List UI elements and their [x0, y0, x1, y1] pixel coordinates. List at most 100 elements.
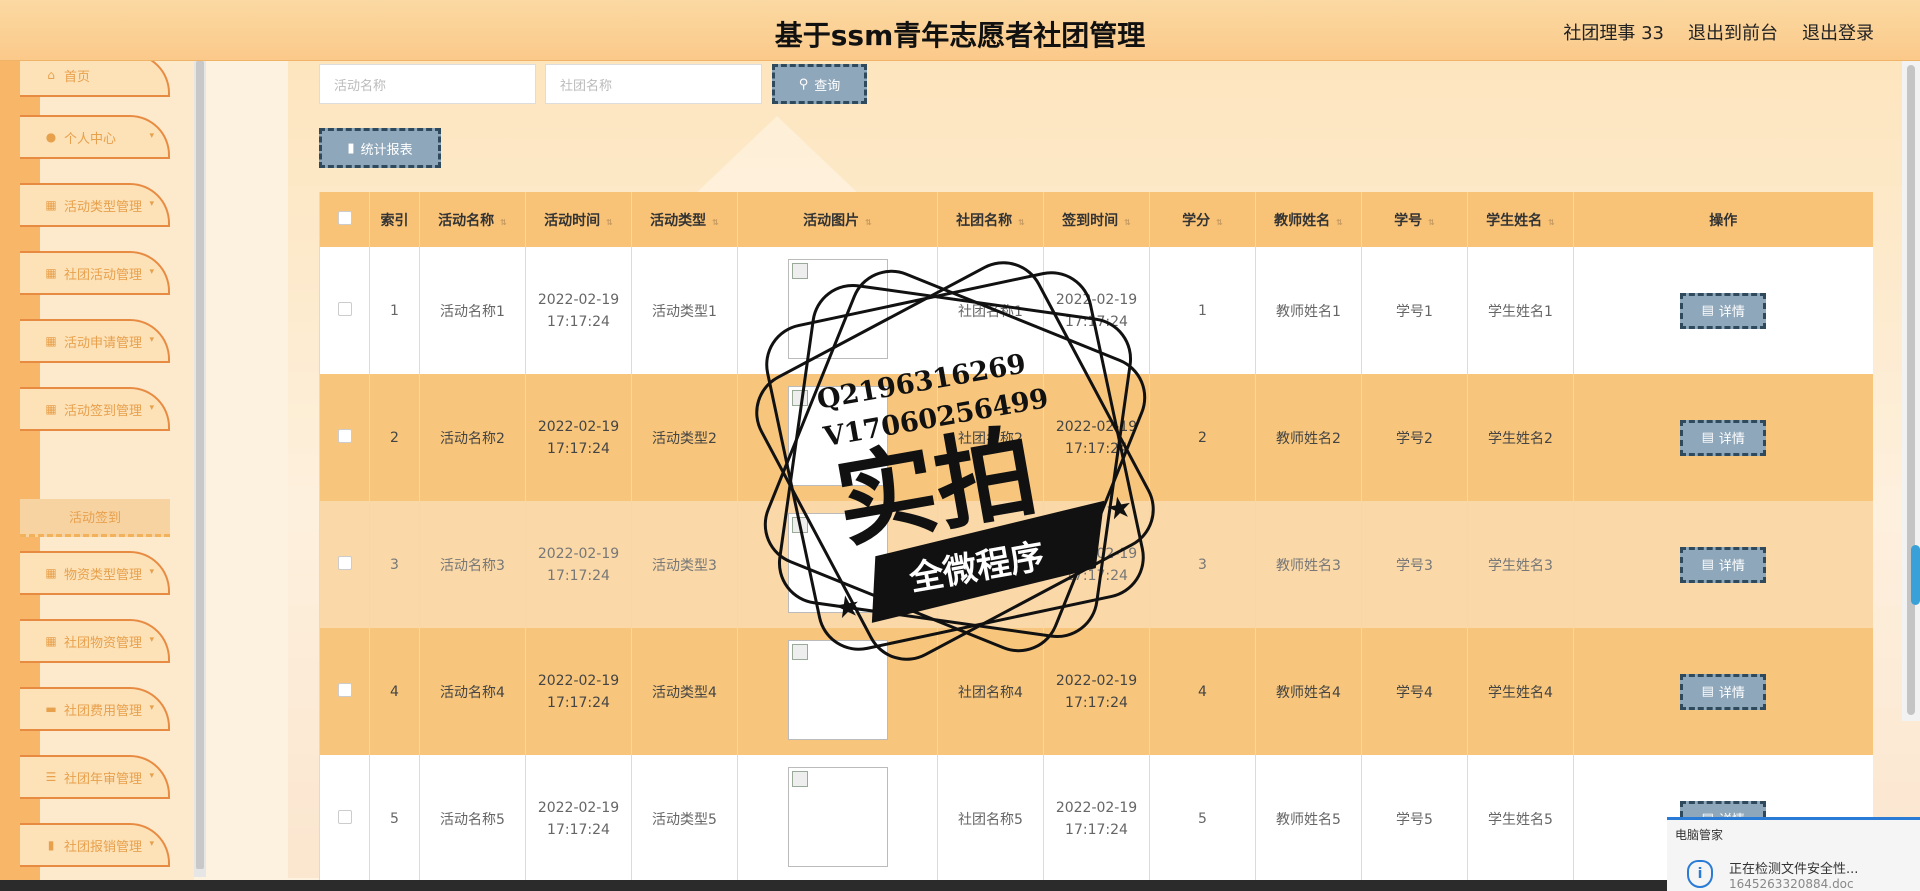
cell-credit: 3: [1149, 501, 1256, 628]
cell-activity-name: 活动名称2: [419, 374, 526, 501]
col-header-teacher[interactable]: 教师姓名 ⇅: [1255, 192, 1362, 247]
row-select-cell[interactable]: [319, 628, 370, 755]
detail-button[interactable]: ▤ 详情: [1680, 673, 1767, 710]
cell-student-id: 学号2: [1361, 374, 1468, 501]
cell-activity-image: [737, 374, 938, 501]
sort-icon[interactable]: ⇅: [1124, 218, 1131, 227]
sidebar-item-label: 个人中心: [64, 131, 117, 147]
sidebar-item-label: 物资类型管理: [64, 567, 143, 583]
sidebar-item-activity-signin[interactable]: ▦ 活动签到管理 ▾: [20, 387, 170, 431]
scroll-position-indicator[interactable]: [1911, 545, 1920, 605]
detail-button[interactable]: ▤ 详情: [1680, 546, 1767, 583]
row-checkbox[interactable]: [337, 682, 352, 697]
query-button[interactable]: ⚲ 查询: [772, 64, 867, 104]
time-text: 17:17:24: [547, 821, 610, 838]
select-all-cell[interactable]: [319, 192, 370, 247]
detail-button[interactable]: ▤ 详情: [1680, 419, 1767, 456]
col-header-activity-type[interactable]: 活动类型 ⇅: [631, 192, 738, 247]
sidebar-item-club-activity[interactable]: ▦ 社团活动管理 ▾: [20, 251, 170, 295]
detail-button[interactable]: ▤ 详情: [1680, 292, 1767, 329]
user-role-label[interactable]: 社团理事 33: [1563, 19, 1664, 45]
col-header-student-id[interactable]: 学号 ⇅: [1361, 192, 1468, 247]
sort-icon[interactable]: ⇅: [606, 218, 613, 227]
col-header-club-name[interactable]: 社团名称 ⇅: [937, 192, 1044, 247]
cell-student-id: 学号1: [1361, 247, 1468, 374]
sort-icon[interactable]: ⇅: [1428, 218, 1435, 227]
cell-actions: ▤ 详情: [1573, 374, 1873, 501]
col-header-credit[interactable]: 学分 ⇅: [1149, 192, 1256, 247]
document-icon: ▤: [1701, 684, 1714, 699]
sidebar-item-club-fee[interactable]: ▬ 社团费用管理 ▾: [20, 687, 170, 731]
cell-index: 4: [369, 628, 420, 755]
col-header-label: 学分: [1182, 212, 1211, 229]
sidebar-item-club-material[interactable]: ▦ 社团物资管理 ▾: [20, 619, 170, 663]
row-checkbox[interactable]: [337, 809, 352, 824]
col-header-student-name[interactable]: 学生姓名 ⇅: [1467, 192, 1574, 247]
header-links: 社团理事 33 退出到前台 退出登录: [1563, 19, 1874, 45]
sort-icon[interactable]: ⇅: [865, 218, 872, 227]
sort-icon[interactable]: ⇅: [1216, 218, 1223, 227]
time-text: 17:17:24: [1065, 313, 1128, 330]
sidebar-item-activity-type[interactable]: ▦ 活动类型管理 ▾: [20, 183, 170, 227]
cell-credit: 5: [1149, 755, 1256, 882]
row-select-cell[interactable]: [319, 247, 370, 374]
bar-chart-icon: ▮: [347, 140, 355, 156]
cell-credit: 1: [1149, 247, 1256, 374]
row-select-cell[interactable]: [319, 755, 370, 882]
exit-to-front-link[interactable]: 退出到前台: [1688, 19, 1778, 45]
sort-icon[interactable]: ⇅: [712, 218, 719, 227]
sidebar-item-annual-review[interactable]: ☰ 社团年审管理 ▾: [20, 755, 170, 799]
cell-actions: ▤ 详情: [1573, 247, 1873, 374]
row-checkbox[interactable]: [337, 428, 352, 443]
row-checkbox[interactable]: [337, 555, 352, 570]
col-header-sign-time[interactable]: 签到时间 ⇅: [1043, 192, 1150, 247]
cell-activity-image: [737, 628, 938, 755]
date-text: 2022-02-19: [537, 545, 620, 562]
broken-image-icon[interactable]: [787, 766, 888, 867]
cell-credit: 2: [1149, 374, 1256, 501]
col-header-activity-name[interactable]: 活动名称 ⇅: [419, 192, 526, 247]
document-icon: ▤: [1701, 430, 1714, 445]
row-checkbox[interactable]: [337, 301, 352, 316]
security-notification[interactable]: 电脑管家 i 正在检测文件安全性... 1645263320884.doc: [1667, 817, 1920, 891]
cell-activity-time: 2022-02-19 17:17:24: [525, 247, 632, 374]
sidebar-item-label: 社团报销管理: [64, 839, 143, 855]
submenu-item-activity-signin[interactable]: 活动签到: [20, 499, 170, 537]
club-name-input[interactable]: 社团名称: [545, 64, 762, 104]
detail-button-label: 详情: [1718, 432, 1745, 447]
broken-image-icon[interactable]: [787, 639, 888, 740]
document-icon: ▤: [1701, 303, 1714, 318]
logout-link[interactable]: 退出登录: [1802, 19, 1874, 45]
page-scrollbar-thumb[interactable]: [1907, 65, 1915, 715]
col-header-label: 签到时间: [1062, 212, 1119, 229]
time-text: 17:17:24: [547, 313, 610, 330]
sort-icon[interactable]: ⇅: [1018, 218, 1025, 227]
broken-image-icon[interactable]: [787, 258, 888, 359]
sidebar-scrollbar[interactable]: ▼: [194, 61, 206, 889]
cell-activity-type: 活动类型2: [631, 374, 738, 501]
chat-icon: ▬: [45, 702, 57, 716]
row-select-cell[interactable]: [319, 501, 370, 628]
sort-icon[interactable]: ⇅: [500, 218, 507, 227]
sidebar-scrollbar-thumb[interactable]: [196, 61, 204, 869]
broken-image-icon[interactable]: [787, 512, 888, 613]
stats-report-button[interactable]: ▮ 统计报表: [319, 128, 441, 168]
sort-icon[interactable]: ⇅: [1548, 218, 1555, 227]
sidebar-item-activity-apply[interactable]: ▦ 活动申请管理 ▾: [20, 319, 170, 363]
broken-image-icon[interactable]: [787, 385, 888, 486]
cell-activity-type: 活动类型3: [631, 501, 738, 628]
home-icon: ⌂: [47, 68, 55, 82]
sidebar-item-material-type[interactable]: ▦ 物资类型管理 ▾: [20, 551, 170, 595]
activity-name-input[interactable]: 活动名称: [319, 64, 536, 104]
sort-icon[interactable]: ⇅: [1336, 218, 1343, 227]
cell-teacher: 教师姓名3: [1255, 501, 1362, 628]
sidebar-item-personal[interactable]: ● 个人中心 ▾: [20, 115, 170, 159]
table-row: 3 活动名称3 2022-02-19 17:17:24 活动类型3 社团名称3 2…: [319, 501, 1873, 628]
col-header-activity-image[interactable]: 活动图片 ⇅: [737, 192, 938, 247]
page-scrollbar[interactable]: [1902, 61, 1920, 721]
select-all-checkbox[interactable]: [337, 210, 352, 225]
table-header-row: 索引 活动名称 ⇅ 活动时间 ⇅ 活动类型 ⇅ 活动图片 ⇅ 社团名称 ⇅ 签到时间 ⇅ 学…: [319, 192, 1873, 247]
col-header-activity-time[interactable]: 活动时间 ⇅: [525, 192, 632, 247]
row-select-cell[interactable]: [319, 374, 370, 501]
sidebar-item-reimbursement[interactable]: ▮ 社团报销管理 ▾: [20, 823, 170, 867]
